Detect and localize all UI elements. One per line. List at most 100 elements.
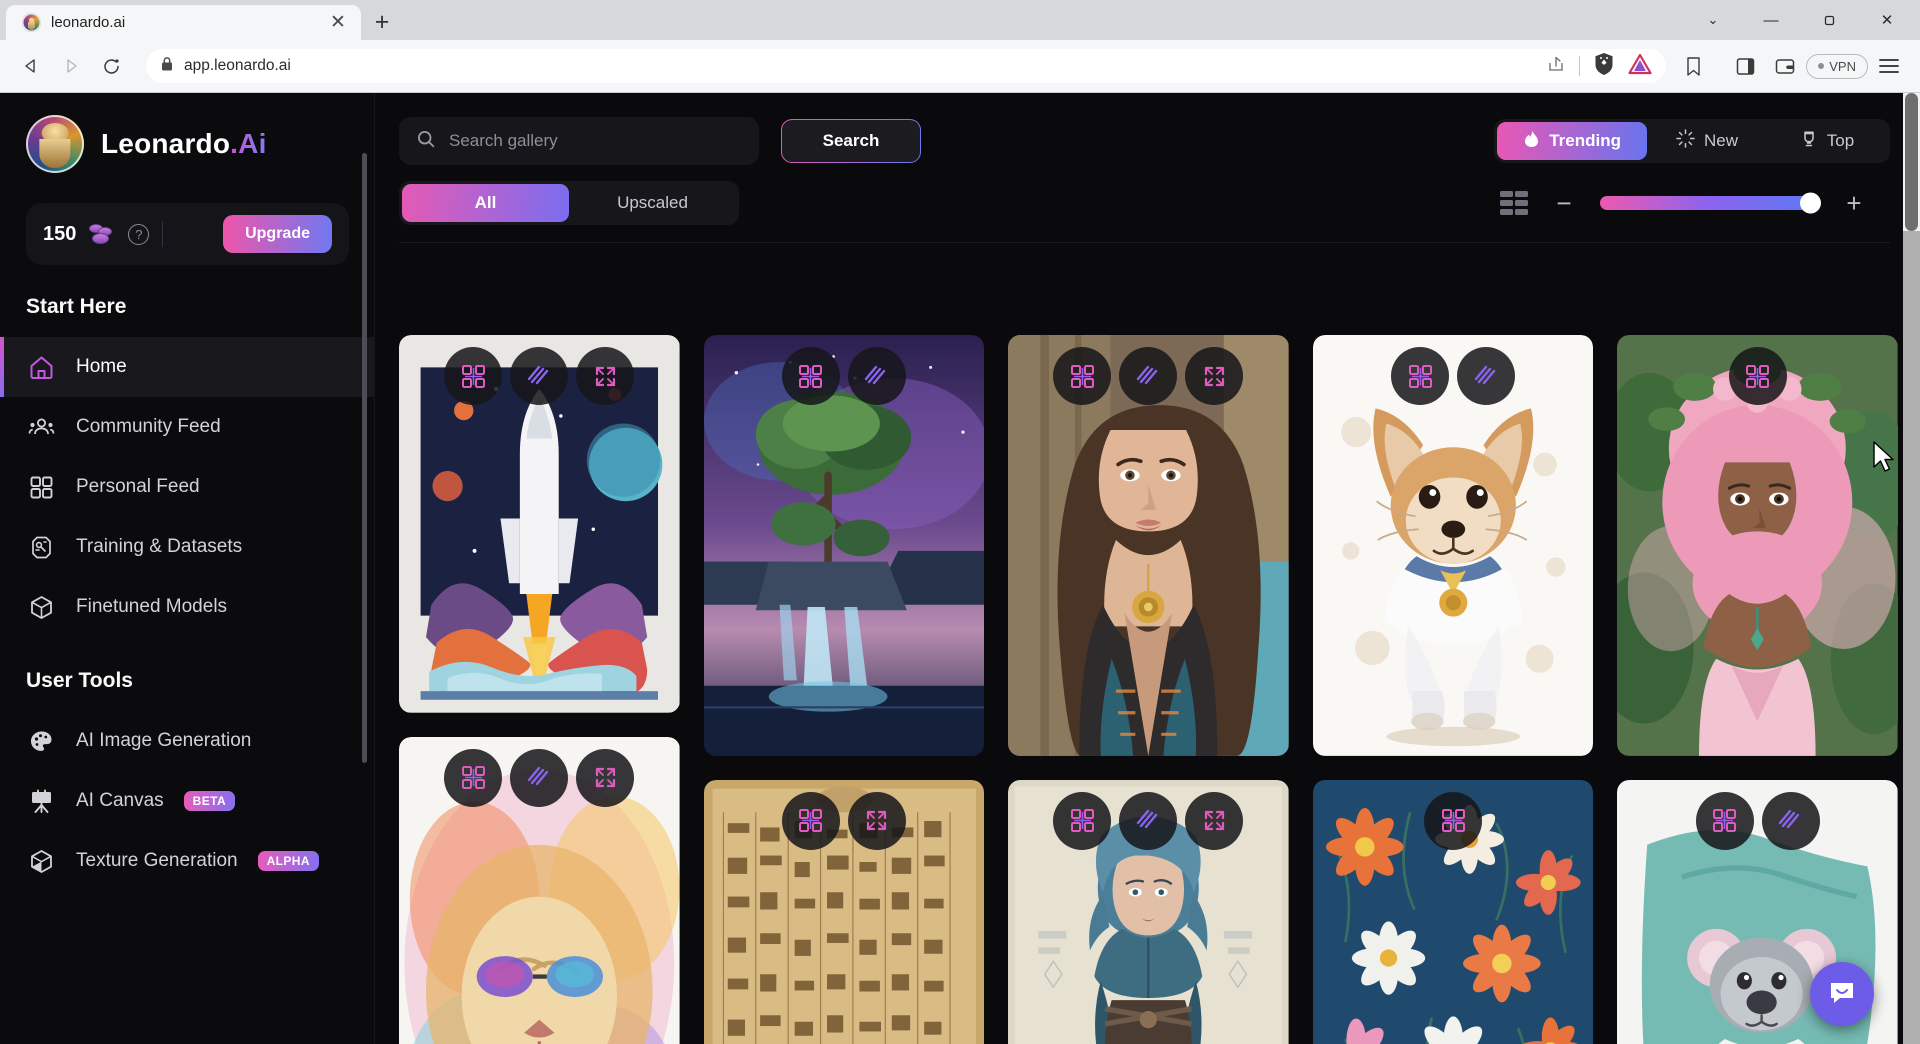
card-action-overlay <box>1008 791 1289 850</box>
remix-icon[interactable] <box>444 748 503 807</box>
maximize-icon[interactable] <box>1800 0 1858 40</box>
remix-icon[interactable] <box>1424 791 1483 850</box>
gallery-card[interactable] <box>399 335 680 713</box>
sidebar-scrollbar[interactable] <box>362 153 367 763</box>
zoom-slider-handle[interactable] <box>1800 192 1821 214</box>
gallery-card[interactable] <box>1617 335 1898 756</box>
zoom-out-button[interactable]: − <box>1554 188 1574 219</box>
grid-layout-icon[interactable] <box>1500 191 1528 215</box>
tab-all[interactable]: All <box>402 184 569 222</box>
gallery-card[interactable] <box>703 335 985 756</box>
hamburger-menu-icon[interactable] <box>1870 47 1908 85</box>
upgrade-button[interactable]: Upgrade <box>223 215 332 253</box>
sidebar-item-personal-feed[interactable]: Personal Feed <box>0 457 375 517</box>
card-action-overlay <box>1008 347 1289 405</box>
expand-icon[interactable] <box>1185 347 1244 405</box>
variations-icon[interactable] <box>1119 347 1178 405</box>
close-icon[interactable]: ✕ <box>325 10 351 36</box>
remix-icon[interactable] <box>1391 347 1450 405</box>
vpn-status-dot <box>1818 63 1825 69</box>
sidebar-section-title-start-here: Start Here <box>26 295 127 318</box>
url-bar[interactable]: app.leonardo.ai <box>146 49 1667 83</box>
scrollbar-track[interactable] <box>1903 231 1920 1044</box>
window-controls: ⌄ — ✕ <box>1684 0 1920 40</box>
sidebar-item-finetuned-models[interactable]: Finetuned Models <box>0 577 375 637</box>
grid-squares-icon <box>26 472 56 502</box>
sidebar-item-texture-generation[interactable]: Texture Generation ALPHA <box>0 831 375 891</box>
chevron-down-icon[interactable]: ⌄ <box>1684 0 1742 40</box>
token-coins-icon <box>89 223 115 245</box>
reload-arrow-icon[interactable] <box>92 47 130 85</box>
remix-icon[interactable] <box>1728 347 1787 405</box>
gallery-card[interactable] <box>399 736 680 1044</box>
sparkle-icon <box>1676 129 1695 153</box>
card-action-overlay <box>704 791 985 850</box>
sidebar-item-training-datasets[interactable]: Training & Datasets <box>0 517 375 577</box>
tab-new[interactable]: New <box>1647 122 1767 160</box>
gallery-card[interactable] <box>1312 335 1594 756</box>
variations-icon[interactable] <box>1457 347 1516 405</box>
remix-icon[interactable] <box>781 347 840 405</box>
intercom-chat-button[interactable] <box>1810 962 1874 1026</box>
filter-tab-group: All Upscaled <box>399 181 739 225</box>
variations-icon[interactable] <box>1119 791 1178 850</box>
variations-icon[interactable] <box>847 347 906 405</box>
gallery-card[interactable] <box>1008 335 1289 756</box>
remix-icon[interactable] <box>781 791 840 850</box>
search-bar[interactable] <box>399 117 759 165</box>
sidebar-item-label: Training & Datasets <box>76 536 243 557</box>
variations-icon[interactable] <box>510 748 569 807</box>
minimize-icon[interactable]: — <box>1742 0 1800 40</box>
bookmark-icon[interactable] <box>1674 47 1712 85</box>
expand-icon[interactable] <box>1185 791 1244 850</box>
palette-icon <box>26 726 56 756</box>
search-input[interactable] <box>449 131 742 151</box>
sidebar-item-ai-image-generation[interactable]: AI Image Generation <box>0 711 375 771</box>
remix-icon[interactable] <box>1053 347 1112 405</box>
card-action-overlay <box>1313 347 1594 405</box>
remix-icon[interactable] <box>1053 791 1112 850</box>
share-icon[interactable] <box>1546 54 1566 79</box>
search-icon <box>416 129 436 154</box>
sidebar-item-home[interactable]: Home <box>0 337 375 397</box>
sidebar-panel-icon[interactable] <box>1726 47 1764 85</box>
tab-title: leonardo.ai <box>51 14 126 31</box>
close-window-icon[interactable]: ✕ <box>1858 0 1916 40</box>
zoom-slider[interactable] <box>1600 192 1821 214</box>
expand-icon[interactable] <box>576 347 635 405</box>
gallery-card[interactable] <box>1008 779 1289 1044</box>
forward-arrow-icon[interactable] <box>52 47 90 85</box>
card-action-overlay <box>1313 791 1594 850</box>
brand[interactable]: Leonardo.Ai <box>0 115 375 173</box>
tab-top[interactable]: Top <box>1767 122 1887 160</box>
tab-trending[interactable]: Trending <box>1497 122 1647 160</box>
remix-icon[interactable] <box>1695 791 1754 850</box>
back-arrow-icon[interactable] <box>12 47 50 85</box>
sidebar-item-ai-canvas[interactable]: AI Canvas BETA <box>0 771 375 831</box>
expand-icon[interactable] <box>847 791 906 850</box>
new-tab-button[interactable]: + <box>361 5 403 40</box>
wallet-icon[interactable] <box>1766 47 1804 85</box>
sidebar-item-community-feed[interactable]: Community Feed <box>0 397 375 457</box>
brave-lion-icon[interactable] <box>1593 52 1615 81</box>
tab-upscaled[interactable]: Upscaled <box>569 184 736 222</box>
tab-label: New <box>1703 131 1738 150</box>
zoom-in-button[interactable]: + <box>1844 188 1864 219</box>
search-button[interactable]: Search <box>781 119 921 163</box>
scrollbar-thumb[interactable] <box>1905 93 1918 231</box>
brave-triangle-icon[interactable] <box>1628 53 1652 80</box>
browser-tab[interactable]: leonardo.ai ✕ <box>6 5 361 40</box>
remix-icon[interactable] <box>444 347 503 405</box>
credits-panel: 150 ? Upgrade <box>26 203 349 265</box>
page-scrollbar[interactable] <box>1903 93 1920 1044</box>
texture-cube-icon <box>26 846 56 876</box>
variations-icon[interactable] <box>1761 791 1820 850</box>
divider <box>162 221 164 247</box>
vpn-button[interactable]: VPN <box>1806 53 1868 79</box>
expand-icon[interactable] <box>576 748 635 807</box>
question-mark-icon[interactable]: ? <box>128 223 150 245</box>
variations-icon[interactable] <box>510 347 569 405</box>
gallery-card[interactable] <box>703 779 985 1044</box>
gallery-card[interactable] <box>1312 779 1594 1044</box>
flame-icon <box>1523 129 1540 153</box>
